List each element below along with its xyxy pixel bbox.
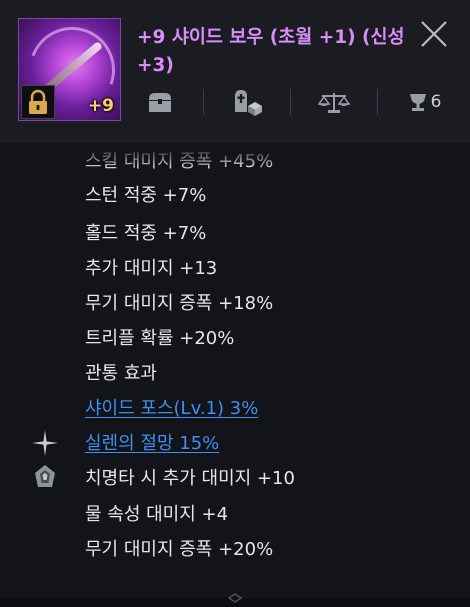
stat-line: 홀드 적중 +7%	[85, 223, 207, 244]
tooltip-header: +9 +9 샤이드 보우 (초월 +1) (신성 +3) 6	[0, 0, 470, 144]
grave-engrave-icon	[235, 90, 262, 116]
stat-line: 스턴 적중 +7%	[85, 185, 207, 206]
divider	[290, 89, 291, 115]
item-title: +9 샤이드 보우 (초월 +1) (신성 +3)	[137, 27, 405, 76]
trophy-button[interactable]: 6	[398, 84, 450, 120]
stat-line: 관통 효과	[85, 363, 157, 384]
item-action-icons: 6	[137, 84, 457, 120]
storage-button[interactable]	[137, 84, 183, 120]
stat-line: 추가 대미지 +13	[85, 258, 218, 279]
trophy-icon	[409, 94, 426, 111]
trade-button[interactable]	[311, 84, 357, 120]
scale-icon	[318, 93, 350, 113]
stat-line: 무기 대미지 증폭 +20%	[85, 539, 274, 560]
stat-list	[0, 143, 470, 598]
engrave-button[interactable]	[224, 84, 270, 120]
skill-link-silen-despair[interactable]: 실렌의 절망 15%	[85, 429, 219, 455]
chest-icon	[149, 93, 171, 112]
close-button[interactable]	[417, 17, 451, 51]
scroll-fade	[0, 143, 470, 167]
sparkle-icon	[32, 430, 58, 456]
lock-icon[interactable]	[21, 85, 55, 119]
divider	[203, 89, 204, 115]
item-tooltip: +9 +9 샤이드 보우 (초월 +1) (신성 +3) 6 스턴 적중 +7%…	[0, 0, 470, 603]
stat-line: 트리플 확률 +20%	[85, 328, 235, 349]
trophy-count: 6	[430, 92, 442, 112]
scroll-down-indicator[interactable]	[227, 588, 243, 603]
divider	[377, 89, 378, 115]
stat-line: 치명타 시 추가 대미지 +10	[85, 468, 295, 489]
item-portrait: +9	[18, 18, 121, 121]
skill-link-shade-force[interactable]: 샤이드 포스(Lv.1) 3%	[85, 394, 258, 420]
stat-line: 무기 대미지 증폭 +18%	[85, 293, 274, 314]
stat-line: 물 속성 대미지 +4	[85, 504, 229, 525]
crystal-icon	[33, 464, 59, 490]
close-icon	[421, 21, 447, 47]
enhance-level-badge: +9	[87, 96, 114, 116]
